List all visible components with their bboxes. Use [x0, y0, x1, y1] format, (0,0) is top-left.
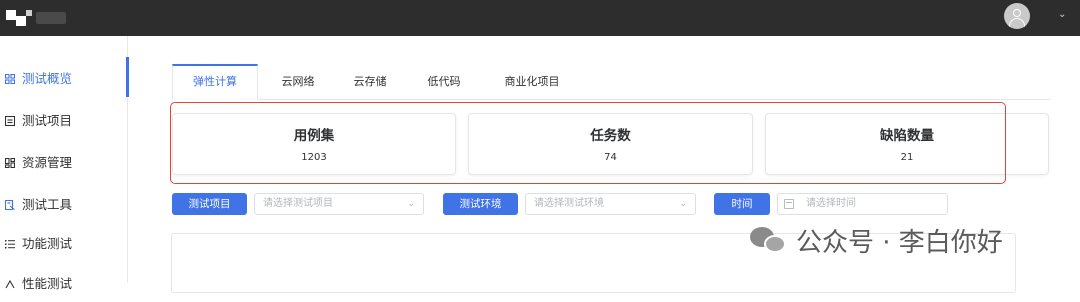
- chevron-down-icon: ⌄: [679, 199, 687, 209]
- highlight-annotation-box: [170, 102, 1006, 184]
- tool-icon: [4, 198, 15, 211]
- blurred-app-name: [36, 12, 66, 24]
- category-tabs: 弹性计算 云网络 云存储 低代码 商业化项目: [172, 64, 1050, 100]
- date-picker[interactable]: 请选择时间: [777, 193, 948, 215]
- date-picker-placeholder: 请选择时间: [806, 198, 856, 209]
- environment-select[interactable]: 请选择测试环境 ⌄: [525, 193, 696, 215]
- project-filter-button[interactable]: 测试项目: [172, 193, 247, 215]
- tab-low-code[interactable]: 低代码: [414, 64, 474, 99]
- sidebar-item-label: 测试项目: [22, 112, 73, 128]
- calendar-icon: [784, 199, 794, 209]
- list-box-icon: [4, 114, 16, 127]
- top-navbar: ⌄: [0, 0, 1080, 36]
- chevron-down-icon[interactable]: ⌄: [1058, 9, 1066, 20]
- watermark: 公众号 · 李白你好: [750, 221, 1003, 259]
- user-avatar[interactable]: [1004, 3, 1030, 29]
- tab-cloud-storage[interactable]: 云存储: [340, 64, 400, 99]
- sidebar-item-performance-test[interactable]: 性能测试: [0, 262, 128, 302]
- performance-icon: [5, 277, 15, 289]
- sidebar: 测试概览 测试项目 资源管理 测试工具 功能测试 性能测试: [0, 36, 129, 291]
- watermark-text: 公众号 · 李白你好: [796, 227, 1003, 258]
- resource-grid-icon: [4, 156, 16, 169]
- chevron-down-icon: ⌄: [407, 199, 415, 209]
- wechat-icon: [750, 225, 788, 255]
- tab-commercial-projects[interactable]: 商业化项目: [492, 64, 572, 99]
- sidebar-item-overview[interactable]: 测试概览: [0, 57, 129, 97]
- sidebar-item-tools[interactable]: 测试工具: [0, 183, 128, 223]
- tab-cloud-network[interactable]: 云网络: [268, 64, 328, 99]
- environment-select-placeholder: 请选择测试环境: [534, 198, 604, 209]
- sidebar-item-resources[interactable]: 资源管理: [0, 141, 128, 181]
- sidebar-item-functional-test[interactable]: 功能测试: [0, 222, 128, 262]
- sidebar-item-label: 功能测试: [22, 235, 73, 251]
- brand-logo[interactable]: [6, 10, 32, 26]
- environment-filter-button[interactable]: 测试环境: [443, 193, 518, 215]
- sidebar-item-label: 测试概览: [22, 70, 73, 86]
- sidebar-item-label: 测试工具: [22, 196, 73, 212]
- sidebar-item-projects[interactable]: 测试项目: [0, 99, 128, 139]
- project-select[interactable]: 请选择测试项目 ⌄: [254, 193, 424, 215]
- sidebar-item-label: 性能测试: [22, 275, 73, 291]
- bullet-list-icon: [5, 237, 15, 249]
- tab-elastic-compute[interactable]: 弹性计算: [172, 64, 258, 100]
- grid-icon: [4, 72, 16, 85]
- project-select-placeholder: 请选择测试项目: [263, 198, 333, 209]
- sidebar-item-label: 资源管理: [22, 154, 73, 170]
- time-filter-button[interactable]: 时间: [714, 193, 770, 215]
